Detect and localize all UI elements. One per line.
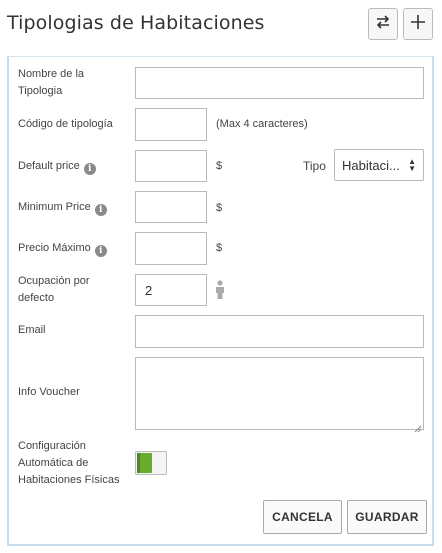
config-auto-label: Configuración Automática de Habitaciones… bbox=[18, 440, 120, 486]
minimum-price-input[interactable] bbox=[135, 191, 207, 223]
tipo-select[interactable]: Habitaci... ▲ ▼ bbox=[334, 149, 424, 181]
cancel-button[interactable]: CANCELA bbox=[263, 500, 342, 534]
precio-maximo-text: Precio Máximo bbox=[18, 242, 91, 254]
save-button[interactable]: GUARDAR bbox=[347, 500, 427, 534]
info-voucher-label: Info Voucher bbox=[18, 386, 80, 398]
select-arrows-icon: ▲ ▼ bbox=[408, 157, 416, 173]
minimum-price-currency: $ bbox=[216, 202, 223, 214]
info-voucher-textarea[interactable] bbox=[135, 357, 424, 430]
toggle-knob bbox=[137, 453, 152, 473]
tipo-selected-value: Habitaci... bbox=[342, 157, 400, 173]
email-label: Email bbox=[18, 324, 46, 336]
nombre-input[interactable] bbox=[135, 67, 424, 99]
add-button[interactable] bbox=[403, 8, 433, 40]
resize-handle-icon[interactable] bbox=[414, 420, 422, 438]
plus-icon bbox=[410, 14, 426, 35]
info-icon[interactable]: i bbox=[83, 163, 96, 175]
tipo-label: Tipo bbox=[303, 159, 326, 173]
nombre-label: Nombre de la Tipologia bbox=[18, 68, 85, 97]
default-price-input[interactable] bbox=[135, 150, 207, 182]
codigo-input[interactable] bbox=[135, 108, 207, 141]
minimum-price-label: Minimum Price i bbox=[18, 199, 107, 216]
default-price-currency: $ bbox=[216, 160, 223, 172]
precio-maximo-label: Precio Máximo i bbox=[18, 240, 107, 257]
minimum-price-text: Minimum Price bbox=[18, 201, 91, 213]
swap-arrows-icon bbox=[375, 14, 391, 34]
ocupacion-label: Ocupación por defecto bbox=[18, 275, 90, 304]
person-icon bbox=[214, 280, 226, 305]
info-icon[interactable]: i bbox=[94, 204, 107, 216]
default-price-text: Default price bbox=[18, 160, 80, 172]
info-icon[interactable]: i bbox=[94, 245, 107, 257]
default-price-label: Default price i bbox=[18, 158, 96, 175]
page-header: Tipologias de Habitaciones bbox=[0, 0, 442, 52]
precio-maximo-input[interactable] bbox=[135, 232, 207, 265]
precio-maximo-currency: $ bbox=[216, 242, 223, 254]
email-input[interactable] bbox=[135, 315, 424, 348]
swap-button[interactable] bbox=[368, 8, 398, 40]
codigo-label: Código de tipología bbox=[18, 118, 113, 130]
page-title: Tipologias de Habitaciones bbox=[7, 12, 265, 34]
config-auto-toggle[interactable] bbox=[135, 451, 167, 475]
ocupacion-input[interactable]: 2 bbox=[135, 274, 207, 306]
codigo-hint: (Max 4 caracteres) bbox=[216, 118, 308, 130]
